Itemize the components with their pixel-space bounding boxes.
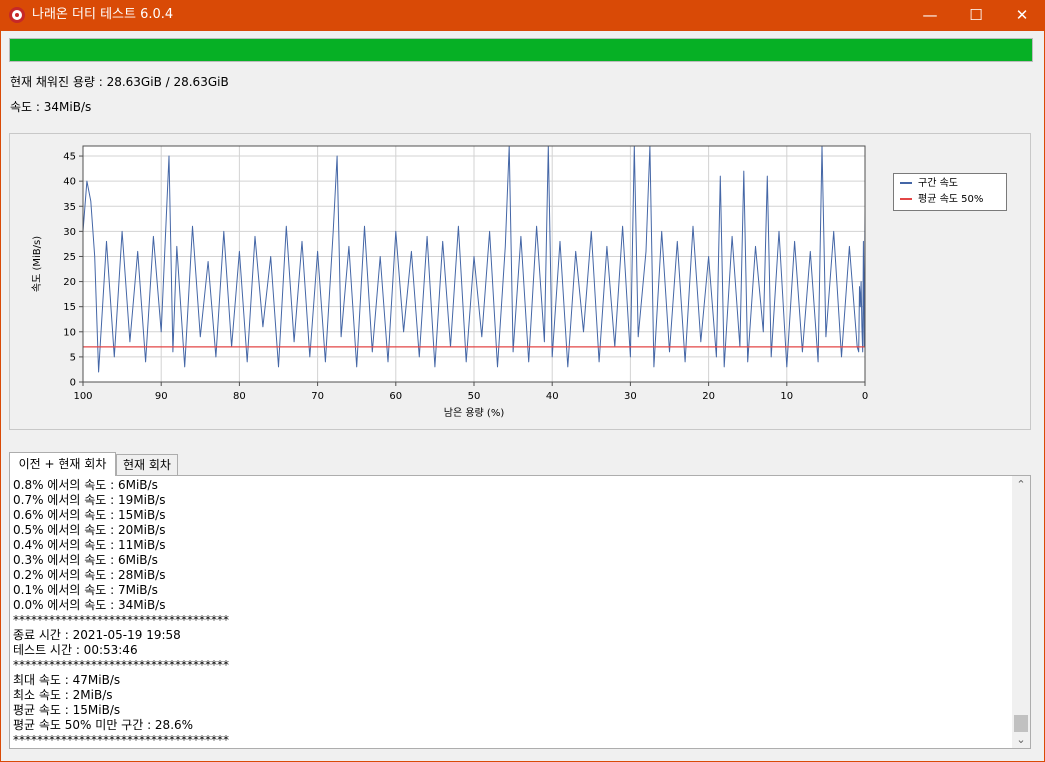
y-tick-label: 0: [70, 378, 76, 389]
close-button[interactable]: ✕: [999, 0, 1045, 31]
y-axis-label: 속도 (MiB/s): [31, 236, 43, 292]
legend-item-average-speed: 평균 속도 50%: [900, 193, 983, 207]
fill-progress-bar: [9, 38, 1033, 62]
current-speed-label: 속도 : 34MiB/s: [10, 100, 92, 114]
fill-progress-value: [10, 39, 1032, 61]
log-line: 종료 시간 : 2021-05-19 19:58: [13, 628, 181, 642]
y-tick-label: 35: [63, 202, 76, 213]
log-line: ************************************: [13, 733, 229, 747]
x-tick-label: 0: [862, 391, 868, 402]
log-line: 최대 속도 : 47MiB/s: [13, 673, 121, 687]
log-line: 0.0% 에서의 속도 : 34MiB/s: [13, 598, 166, 612]
x-tick-label: 30: [624, 391, 637, 402]
test-log-textbox[interactable]: 0.8% 에서의 속도 : 6MiB/s 0.7% 에서의 속도 : 19MiB/…: [9, 475, 1031, 749]
log-line: ************************************: [13, 613, 229, 627]
log-line: 0.4% 에서의 속도 : 11MiB/s: [13, 538, 166, 552]
scroll-down-icon[interactable]: ⌄: [1012, 731, 1030, 748]
log-line: 0.2% 에서의 속도 : 28MiB/s: [13, 568, 166, 582]
log-line: 최소 속도 : 2MiB/s: [13, 688, 113, 702]
x-tick-label: 50: [468, 391, 481, 402]
legend-label-average-speed: 평균 속도 50%: [918, 194, 984, 205]
log-line: 0.7% 에서의 속도 : 19MiB/s: [13, 493, 166, 507]
scroll-up-icon[interactable]: ⌃: [1012, 476, 1030, 493]
x-tick-label: 90: [155, 391, 168, 402]
x-tick-label: 60: [389, 391, 402, 402]
tab-previous-and-current[interactable]: 이전 + 현재 회차: [9, 452, 116, 476]
log-line: 0.1% 에서의 속도 : 7MiB/s: [13, 583, 158, 597]
log-line: 0.6% 에서의 속도 : 15MiB/s: [13, 508, 166, 522]
window-frame-left: [0, 31, 1, 762]
x-tick-label: 10: [780, 391, 793, 402]
y-tick-label: 5: [70, 352, 76, 363]
x-tick-label: 80: [233, 391, 246, 402]
title-bar: 나래온 더티 테스트 6.0.4 — ☐ ✕: [0, 0, 1045, 31]
x-tick-label: 20: [702, 391, 715, 402]
log-line: 0.5% 에서의 속도 : 20MiB/s: [13, 523, 166, 537]
x-tick-label: 100: [73, 391, 92, 402]
x-tick-label: 40: [546, 391, 559, 402]
legend-label-segment-speed: 구간 속도: [918, 178, 958, 189]
log-scrollbar[interactable]: ⌃ ⌄: [1012, 476, 1030, 748]
x-tick-label: 70: [311, 391, 324, 402]
y-tick-label: 10: [63, 327, 76, 338]
log-line: 평균 속도 : 15MiB/s: [13, 703, 121, 717]
log-line: 0.3% 에서의 속도 : 6MiB/s: [13, 553, 158, 567]
scroll-thumb[interactable]: [1014, 715, 1028, 732]
y-tick-label: 20: [63, 277, 76, 288]
naraeon-logo-icon: [9, 7, 25, 23]
log-line: ************************************: [13, 658, 229, 672]
y-tick-label: 25: [63, 252, 76, 263]
minimize-button[interactable]: —: [907, 0, 953, 31]
y-tick-label: 45: [63, 152, 76, 163]
tab-current-round[interactable]: 현재 회차: [116, 454, 178, 475]
window-title: 나래온 더티 테스트 6.0.4: [32, 7, 174, 22]
maximize-button[interactable]: ☐: [953, 0, 999, 31]
log-line: 테스트 시간 : 00:53:46: [13, 643, 138, 657]
log-line: 평균 속도 50% 미만 구간 : 28.6%: [13, 718, 194, 732]
y-tick-label: 15: [63, 302, 76, 313]
y-tick-label: 30: [63, 227, 76, 238]
speed-chart: 100 90 80 70 60 50 40 30 20 10 0051015202530354045…: [31, 145, 868, 419]
filled-capacity-label: 현재 채워진 용량 : 28.63GiB / 28.63GiB: [10, 75, 229, 89]
chart-legend: 구간 속도 평균 속도 50%: [893, 173, 1007, 211]
legend-item-segment-speed: 구간 속도: [900, 177, 958, 191]
y-tick-label: 40: [63, 177, 76, 188]
legend-swatch-average-speed: [900, 198, 912, 200]
log-line: 0.8% 에서의 속도 : 6MiB/s: [13, 478, 158, 492]
log-lines: 0.8% 에서의 속도 : 6MiB/s 0.7% 에서의 속도 : 19MiB/…: [13, 478, 1008, 748]
x-axis-label: 남은 용량 (%): [444, 407, 505, 419]
legend-swatch-segment-speed: [900, 182, 912, 184]
speed-chart-panel: 100 90 80 70 60 50 40 30 20 10 0 0 5 10 15 20 25 30 35 40 45…: [9, 133, 1031, 430]
